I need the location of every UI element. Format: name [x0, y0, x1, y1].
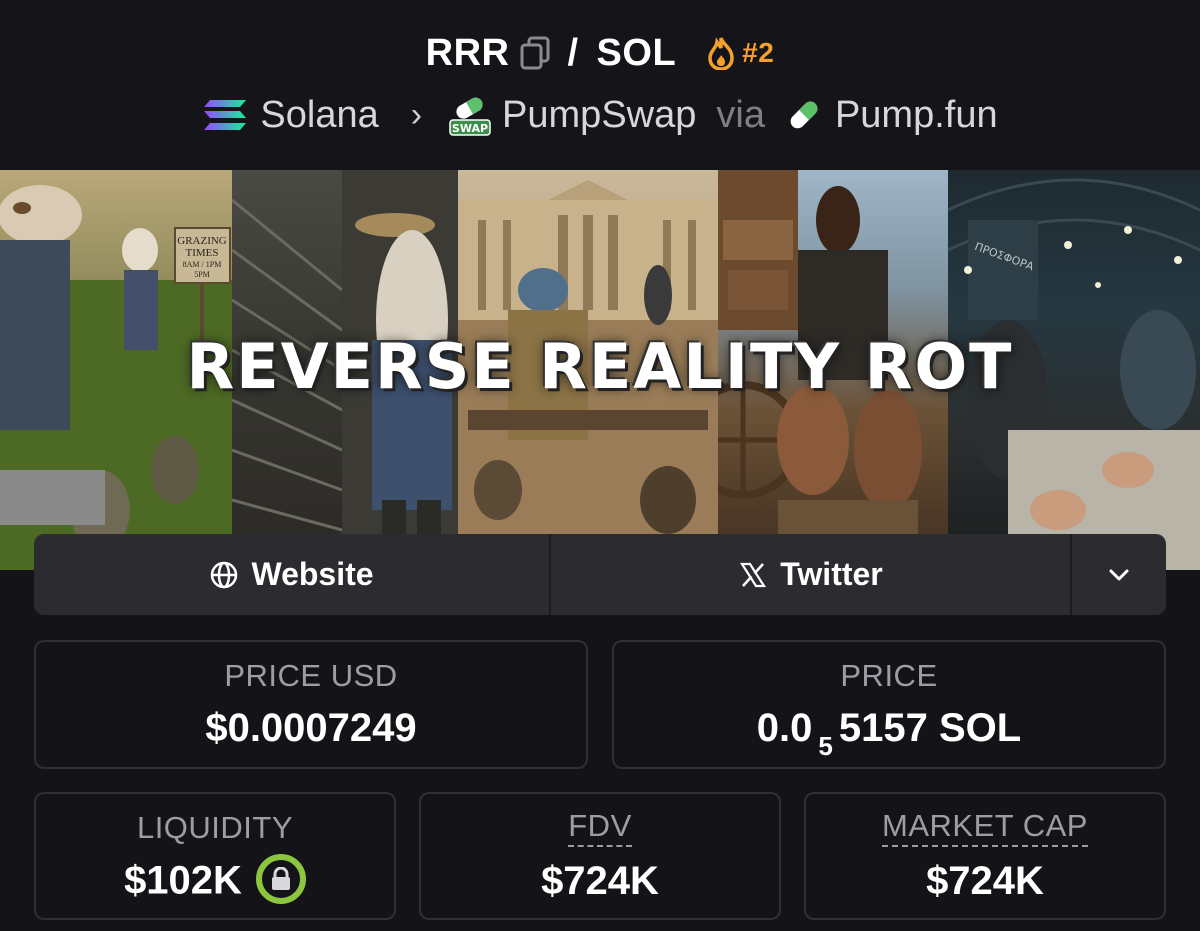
- solana-logo-icon: [204, 100, 247, 130]
- lock-icon: [271, 867, 290, 890]
- pair-title: RRR / SOL #2: [0, 28, 1200, 78]
- website-button[interactable]: Website: [34, 534, 551, 615]
- fdv-label[interactable]: FDV: [568, 809, 632, 847]
- price-usd-card: PRICE USD $0.0007249: [34, 640, 588, 769]
- svg-text:SWAP: SWAP: [452, 122, 488, 135]
- price-native-unit: SOL: [938, 706, 1022, 750]
- token-banner-image: GRAZING TIMES 8AM / 1PM 5PM ΠΡΟΣΦΟΡΑ REV…: [0, 170, 1200, 570]
- svg-text:8AM / 1PM: 8AM / 1PM: [183, 260, 222, 269]
- pumpswap-logo-icon: SWAP: [449, 97, 491, 136]
- chain-link[interactable]: Solana: [260, 94, 378, 137]
- svg-text:TIMES: TIMES: [186, 247, 219, 259]
- liquidity-lock-badge[interactable]: [255, 854, 306, 904]
- banner-title-text: REVERSE REALITY ROT: [186, 330, 1014, 403]
- price-usd-label: PRICE USD: [224, 658, 398, 693]
- website-label: Website: [251, 556, 374, 592]
- price-native-digits: 5157: [838, 706, 928, 750]
- liquidity-value: $102K: [124, 858, 242, 903]
- twitter-button[interactable]: Twitter: [551, 534, 1072, 615]
- fdv-value: $724K: [541, 858, 659, 903]
- market-cap-card: MARKET CAP $724K: [804, 792, 1166, 920]
- market-cap-value: $724K: [926, 858, 1044, 903]
- chevron-down-icon: [1109, 569, 1129, 580]
- liquidity-label: LIQUIDITY: [136, 810, 294, 845]
- copy-icon[interactable]: [519, 36, 551, 70]
- pair-header: RRR / SOL #2 Solana › SWAP PumpSwap via …: [0, 0, 1200, 168]
- twitter-label: Twitter: [780, 556, 883, 592]
- more-links-dropdown[interactable]: [1072, 534, 1166, 615]
- price-native-zero-count: 5: [818, 731, 833, 761]
- dex-link[interactable]: PumpSwap: [502, 94, 696, 137]
- quote-token-symbol: SOL: [596, 31, 677, 74]
- liquidity-card: LIQUIDITY $102K: [34, 792, 396, 920]
- price-native-label: PRICE: [840, 658, 938, 693]
- fdv-card: FDV $724K: [419, 792, 781, 920]
- liquidity-value-row: $102K: [36, 854, 394, 908]
- flame-icon: [708, 37, 734, 70]
- via-label: via: [716, 93, 765, 136]
- base-token-symbol: RRR: [425, 31, 510, 74]
- x-logo-icon: [740, 562, 767, 587]
- globe-icon: [211, 561, 238, 588]
- trending-rank-badge[interactable]: #2: [742, 37, 774, 69]
- market-cap-label[interactable]: MARKET CAP: [882, 809, 1088, 847]
- social-links-bar: Website Twitter: [34, 534, 1166, 615]
- pair-separator: /: [567, 31, 579, 74]
- pumpfun-pill-icon: [790, 101, 818, 129]
- price-native-prefix: 0.0: [756, 706, 813, 750]
- svg-text:GRAZING: GRAZING: [177, 235, 227, 247]
- price-usd-value: $0.0007249: [205, 706, 417, 750]
- svg-text:5PM: 5PM: [194, 270, 210, 279]
- price-native-value: 0.0 5 5157 SOL: [614, 706, 1164, 761]
- chevron-right-icon: ›: [410, 95, 423, 134]
- price-native-card: PRICE 0.0 5 5157 SOL: [612, 640, 1166, 769]
- launchpad-link[interactable]: Pump.fun: [835, 94, 998, 137]
- breadcrumb: Solana › SWAP PumpSwap via Pump.fun: [0, 90, 1200, 140]
